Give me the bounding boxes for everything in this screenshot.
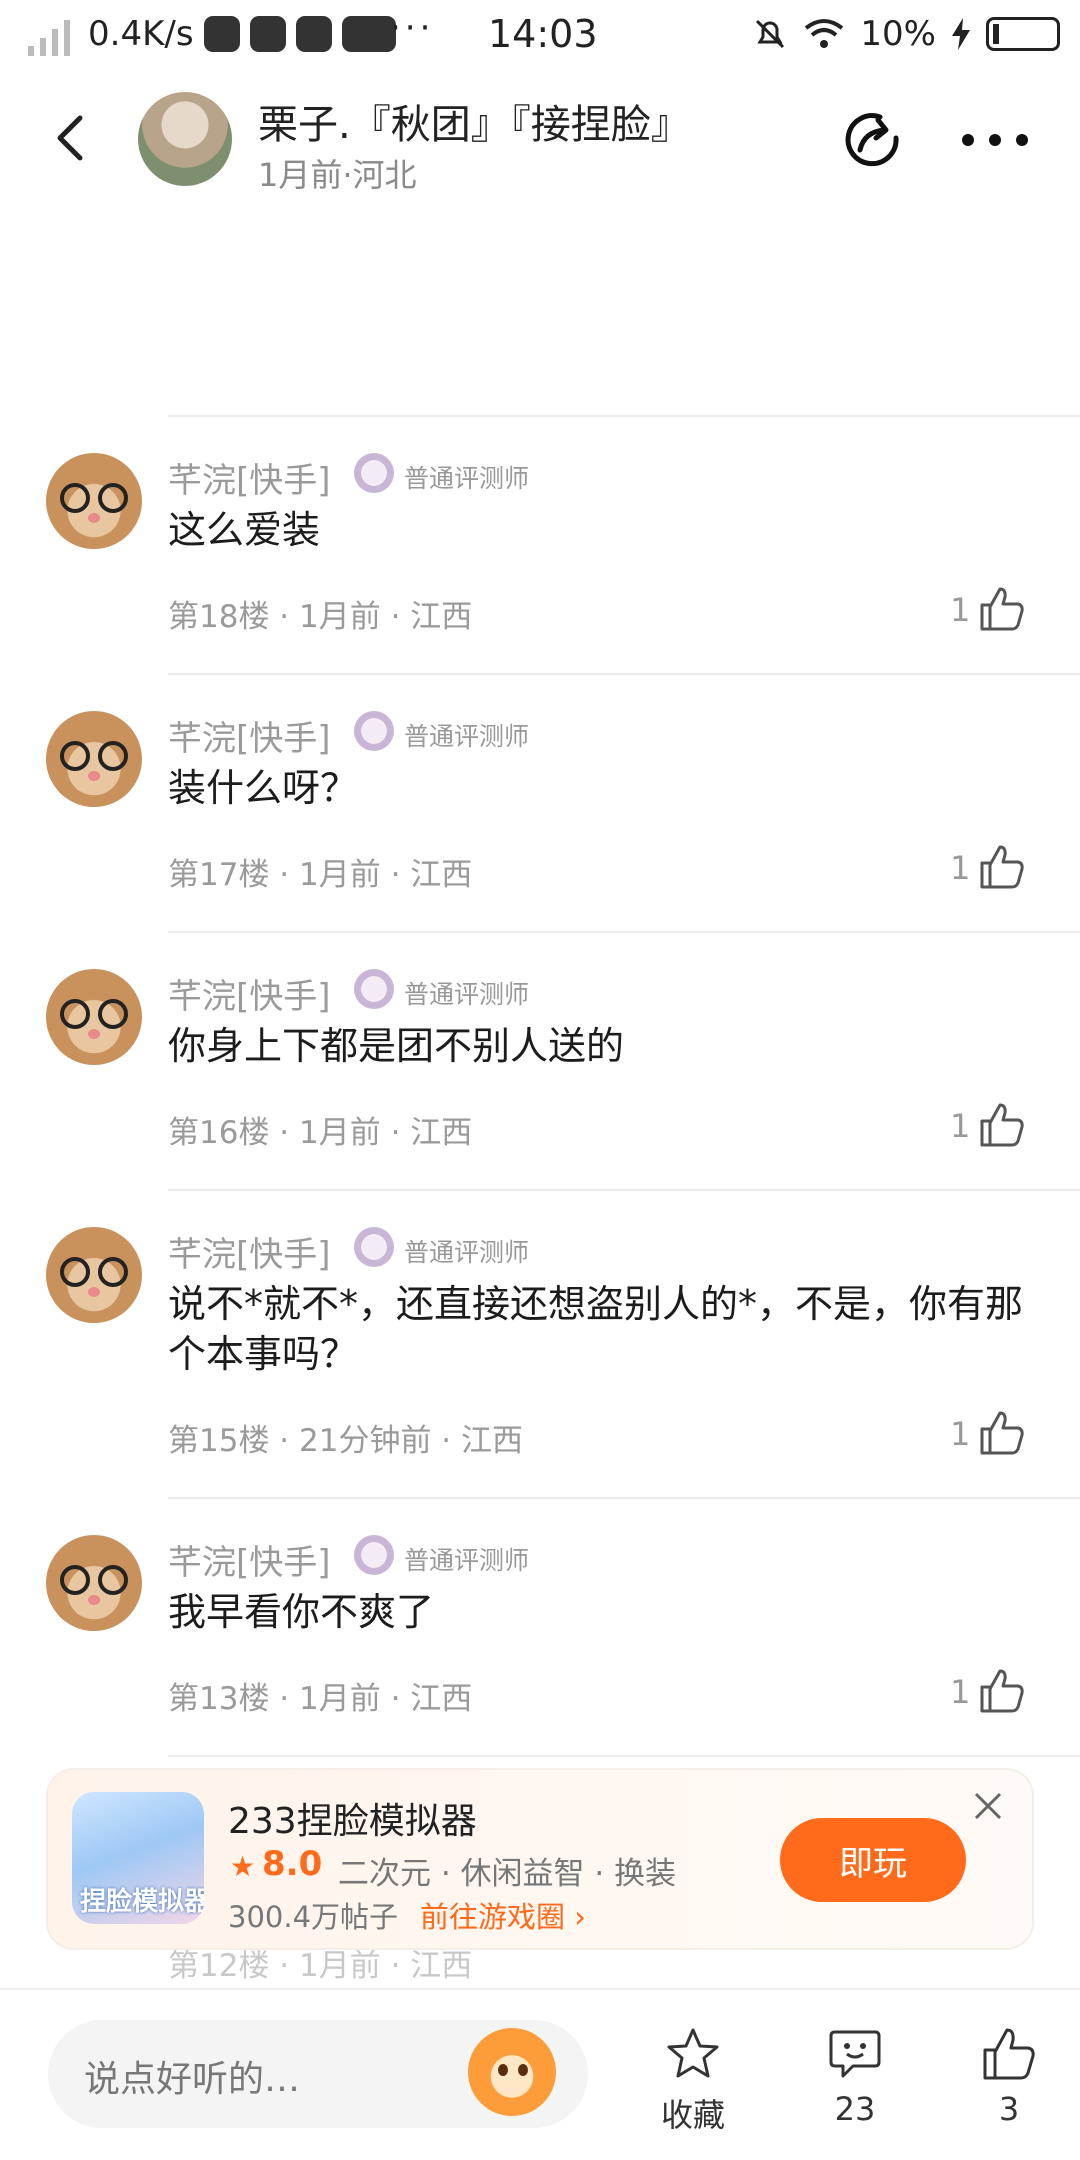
commenter-avatar[interactable] (46, 711, 142, 807)
fan-app-icon (250, 16, 286, 52)
comment-count: 23 (834, 2090, 876, 2128)
game-app-icon[interactable]: 捏脸模拟器 (72, 1792, 204, 1924)
author-name[interactable]: 栗子.『秋团』『接捏脸』 (258, 92, 691, 150)
commenter-avatar[interactable] (46, 453, 142, 549)
badge-icon (354, 969, 394, 1009)
divider (168, 1755, 1080, 1757)
badge-icon (354, 1227, 394, 1267)
comment-like-count: 1 (950, 1415, 971, 1453)
thumbs-up-icon[interactable] (978, 1667, 1026, 1715)
vivo-app-icon (342, 16, 396, 52)
comment-text: 这么爱装 (168, 508, 321, 552)
comment-meta: 第15楼 · 21分钟前 · 江西 (168, 1423, 524, 1459)
battery-icon (986, 17, 1060, 51)
play-now-button[interactable]: 即玩 (780, 1818, 966, 1902)
commenter-avatar[interactable] (46, 1535, 142, 1631)
thumbs-up-icon[interactable] (978, 1409, 1026, 1457)
author-avatar[interactable] (138, 92, 232, 186)
star-icon: ★ (230, 1850, 256, 1883)
post-header: 栗子.『秋团』『接捏脸』 1月前·河北 (0, 80, 1080, 200)
status-right: 10% (752, 14, 1060, 54)
game-tags: 二次元 · 休闲益智 · 换装 (338, 1856, 677, 1892)
favorite-label: 收藏 (660, 2096, 725, 2134)
more-icon[interactable] (960, 130, 1030, 150)
game-score: 8.0 (262, 1844, 323, 1884)
comment-meta: 第17楼 · 1月前 · 江西 (168, 857, 473, 893)
square-app-icon (296, 16, 332, 52)
post-time-location: 1月前·河北 (258, 156, 417, 194)
comment-like-count: 1 (950, 591, 971, 629)
comment-like-count: 1 (950, 849, 971, 887)
mail-app-icon (204, 16, 240, 52)
commenter-name[interactable]: 芊浣[快手] (168, 711, 331, 760)
badge-icon (354, 711, 394, 751)
clock: 14:03 (488, 12, 598, 56)
like-count: 3 (998, 2090, 1020, 2128)
thumbs-up-icon[interactable] (978, 1101, 1026, 1149)
comment-text: 你身上下都是团不别人送的 (168, 1024, 625, 1068)
post-detail-page: 0.4K/s ··· 14:03 10% 栗子.『秋团』『接捏脸』 1月前·河北… (0, 0, 1080, 2160)
divider (168, 931, 1080, 933)
comment-text: 说不*就不*，还直接还想盗别人的*，不是，你有那个本事吗？ (168, 1282, 1024, 1376)
badge-icon (354, 1535, 394, 1575)
back-arrow-icon[interactable] (44, 110, 100, 166)
comment-meta: 第18楼 · 1月前 · 江西 (168, 599, 473, 635)
thumbs-up-icon (983, 2028, 1035, 2080)
charging-icon (952, 18, 970, 50)
comment-meta: 第16楼 · 1月前 · 江西 (168, 1115, 473, 1151)
commenter-name[interactable]: 芊浣[快手] (168, 1227, 331, 1276)
comment-input[interactable]: 说点好听的… (48, 2020, 588, 2128)
network-speed: 0.4K/s (88, 14, 194, 54)
divider (168, 415, 1080, 417)
game-post-count: 300.4万帖子 (228, 1900, 399, 1934)
comment-input-placeholder: 说点好听的… (84, 2059, 301, 2100)
comments-button[interactable]: 23 (800, 2026, 910, 2128)
divider (168, 673, 1080, 675)
game-title[interactable]: 233捏脸模拟器 (228, 1792, 477, 1844)
comment-text: 我早看你不爽了 (168, 1590, 435, 1634)
bottom-action-bar: 说点好听的… 收藏 23 3 (0, 1988, 1080, 2160)
notification-icons (204, 16, 396, 52)
close-icon[interactable] (970, 1788, 1006, 1824)
thumbs-up-icon[interactable] (978, 585, 1026, 633)
comment-like-count: 1 (950, 1673, 971, 1711)
battery-percent: 10% (860, 14, 936, 54)
commenter-name[interactable]: 芊浣[快手] (168, 969, 331, 1018)
mute-bell-icon (756, 19, 785, 49)
game-promo-card[interactable]: 捏脸模拟器 233捏脸模拟器 ★ 8.0 二次元 · 休闲益智 · 换装 300… (48, 1770, 1032, 1948)
share-icon[interactable] (840, 108, 906, 174)
thumbs-up-icon[interactable] (978, 843, 1026, 891)
comment-like-count: 1 (950, 1107, 971, 1145)
commenter-badge: 普通评测师 (404, 980, 530, 1009)
like-button[interactable]: 3 (954, 2026, 1064, 2128)
more-notifications-icon: ··· (390, 8, 435, 48)
comment-meta: 第13楼 · 1月前 · 江西 (168, 1681, 473, 1717)
mascot-emoji-icon[interactable] (468, 2028, 556, 2116)
comment-text: 装什么呀？ (168, 766, 359, 810)
star-outline-icon (667, 2028, 719, 2078)
game-icon-text: 捏脸模拟器 (80, 1887, 204, 1917)
commenter-badge: 普通评测师 (404, 722, 530, 751)
commenter-badge: 普通评测师 (404, 464, 530, 493)
badge-icon (354, 453, 394, 493)
commenter-name[interactable]: 芊浣[快手] (168, 1535, 331, 1584)
divider (168, 1189, 1080, 1191)
signal-icon (28, 20, 70, 56)
commenter-badge: 普通评测师 (404, 1238, 530, 1267)
comment-bubble-icon (829, 2030, 881, 2078)
commenter-avatar[interactable] (46, 1227, 142, 1323)
commenter-avatar[interactable] (46, 969, 142, 1065)
commenter-name[interactable]: 芊浣[快手] (168, 453, 331, 502)
go-to-game-circle-link[interactable]: 前往游戏圈 › (420, 1894, 586, 1936)
divider (168, 1497, 1080, 1499)
wifi-icon (805, 19, 844, 48)
commenter-badge: 普通评测师 (404, 1546, 530, 1575)
favorite-button[interactable]: 收藏 (638, 2026, 748, 2136)
status-bar: 0.4K/s ··· 14:03 10% (0, 0, 1080, 72)
